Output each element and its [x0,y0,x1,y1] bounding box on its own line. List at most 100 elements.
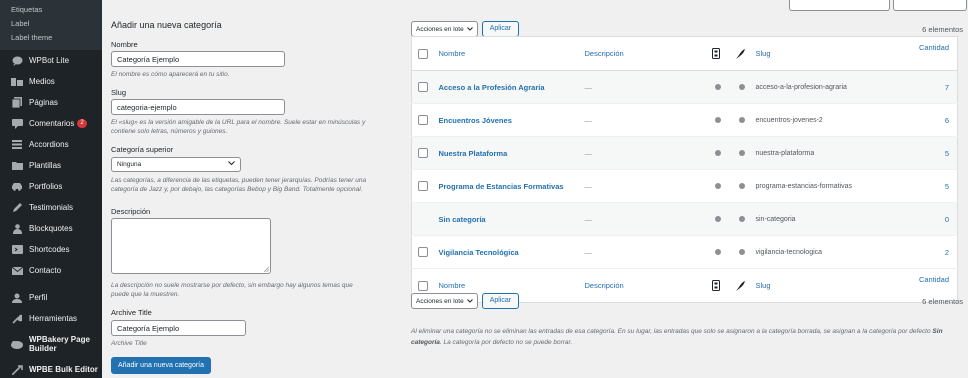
people-icon [11,223,23,235]
status-dot-icon [714,183,721,189]
admin-sidebar: Etiquetas Label Label theme WPBot Lite M… [0,0,102,378]
row-checkbox[interactable] [418,181,428,191]
table-row: Sin categoría — sin-categoria 0 [411,202,958,236]
category-count-link[interactable]: 6 [911,104,958,137]
row-checkbox[interactable] [418,82,428,92]
row-checkbox-cell [412,104,439,137]
status-dot-icon [714,150,721,156]
sidebar-item-testimonials[interactable]: Testimonials [0,197,102,218]
form-title: Añadir una nueva categoría [111,20,222,30]
category-name-link[interactable]: Programa de Estancias Formativas [439,170,585,203]
row-checkbox[interactable] [418,247,428,257]
submenu: Etiquetas Label Label theme [0,0,102,50]
seo-cell [736,203,756,236]
sidebar-item-comentarios[interactable]: Comentarios 2 [0,113,102,134]
category-name-link[interactable]: Sin categoría [439,203,585,236]
select-all-checkbox[interactable] [418,280,428,291]
bulk-actions-select[interactable]: Acciones en lote [411,293,478,309]
description-textarea[interactable] [111,218,271,274]
sidebar-item-label: Plantillas [29,161,62,170]
category-description: — [584,247,593,257]
category-count-link[interactable]: 7 [911,71,958,104]
hierarchy-cell [712,236,736,269]
table-row: Encuentros Jóvenes — encuentros-jovenes-2 6 [411,104,958,137]
bulk-actions-select[interactable]: Acciones en lote [411,21,478,37]
status-dot-icon [738,150,745,156]
status-dot-icon [738,183,745,189]
name-label: Nombre [111,40,138,49]
bulk-actions-top: Acciones en lote Aplicar [411,21,520,37]
category-count-link[interactable]: 0 [911,203,958,236]
select-all-checkbox[interactable] [418,48,428,59]
chevron-down-icon [466,26,473,33]
search-button[interactable] [893,0,967,11]
hierarchy-cell [712,104,736,137]
sidebar-item-wpbot-lite[interactable]: WPBot Lite [0,50,102,71]
bulk-actions-bottom: Acciones en lote Aplicar [411,293,520,309]
sidebar-item-medios[interactable]: Medios [0,71,102,92]
hierarchy-cell [712,203,736,236]
parent-help: Las categorías, a diferencia de las etiq… [111,177,367,193]
column-count[interactable]: Cantidad [911,37,958,71]
sidebar-item-wpbe-bulk-editor[interactable]: WPBE Bulk Editor [0,359,102,378]
row-checkbox[interactable] [418,115,428,125]
select-all-cell [412,37,439,71]
category-description: — [584,82,593,92]
category-name-link[interactable]: Nuestra Plataforma [439,137,585,170]
apply-button[interactable]: Aplicar [481,293,520,309]
submenu-item-label[interactable]: Label [0,17,102,31]
sidebar-item-herramientas[interactable]: Herramientas [0,308,102,329]
column-slug[interactable]: Slug [756,37,911,71]
parent-select[interactable]: Ninguna [111,157,241,172]
row-checkbox-cell [412,170,439,203]
folder-icon [11,160,23,172]
category-count-link[interactable]: 2 [911,236,958,269]
category-name-link[interactable]: Acceso a la Profesión Agraria [439,71,585,104]
name-input[interactable]: Categoría Ejemplo [111,51,285,67]
description-label: Descripción [111,207,151,216]
sidebar-item-label: Contacto [29,266,62,275]
category-count-link[interactable]: 5 [911,137,958,170]
sidebar-item-label: Páginas [29,98,58,107]
apply-button[interactable]: Aplicar [481,21,520,37]
quote-pen-icon [11,202,23,214]
resize-handle-icon[interactable] [264,267,269,272]
category-description: — [584,148,593,158]
sidebar-item-wpbakery[interactable]: WPBakery Page Builder [0,329,102,359]
column-slug[interactable]: Slug [756,269,911,303]
category-description: — [584,214,593,224]
sidebar-item-label: WPBE Bulk Editor [29,365,98,374]
column-description[interactable]: Descripción [585,269,712,303]
search-input[interactable] [789,0,890,11]
submenu-item-label-theme[interactable]: Label theme [0,31,102,45]
status-dot-icon [738,249,745,255]
category-name-link[interactable]: Vigilancia Tecnológica [439,236,585,269]
column-description[interactable]: Descripción [585,37,712,71]
category-name-link[interactable]: Encuentros Jóvenes [439,104,585,137]
column-seo [735,37,756,71]
sidebar-item-blockquotes[interactable]: Blockquotes [0,218,102,239]
column-name[interactable]: Nombre [439,37,585,71]
edit-arrow-icon [11,364,23,376]
sidebar-item-perfil[interactable]: Perfil [0,287,102,308]
archive-title-input[interactable]: Categoría Ejemplo [111,320,246,336]
sidebar-item-label: Shortcodes [29,245,70,254]
table-header-row: Nombre Descripción Slug Cantidad [411,37,958,71]
delete-note-text-end: . La categoría por defecto no se puede b… [439,339,573,346]
row-checkbox[interactable] [418,148,428,158]
category-count-link[interactable]: 5 [911,170,958,203]
sidebar-item-accordions[interactable]: Accordions [0,134,102,155]
sidebar-item-portfolios[interactable]: Portfolios [0,176,102,197]
archive-title-label: Archive Title [111,308,152,317]
sidebar-item-shortcodes[interactable]: Shortcodes [0,239,102,260]
seo-cell [736,104,756,137]
slug-input[interactable]: categoria-ejemplo [111,99,285,115]
sidebar-item-paginas[interactable]: Páginas [0,92,102,113]
sidebar-item-contacto[interactable]: Contacto [0,260,102,281]
sidebar-item-plantillas[interactable]: Plantillas [0,155,102,176]
delete-note: Al eliminar una categoría no se eliminan… [411,326,963,348]
submenu-item-etiquetas[interactable]: Etiquetas [0,3,102,17]
status-dot-icon [738,216,745,222]
add-category-button[interactable]: Añadir una nueva categoría [111,357,212,374]
accordion-icon [11,139,23,151]
